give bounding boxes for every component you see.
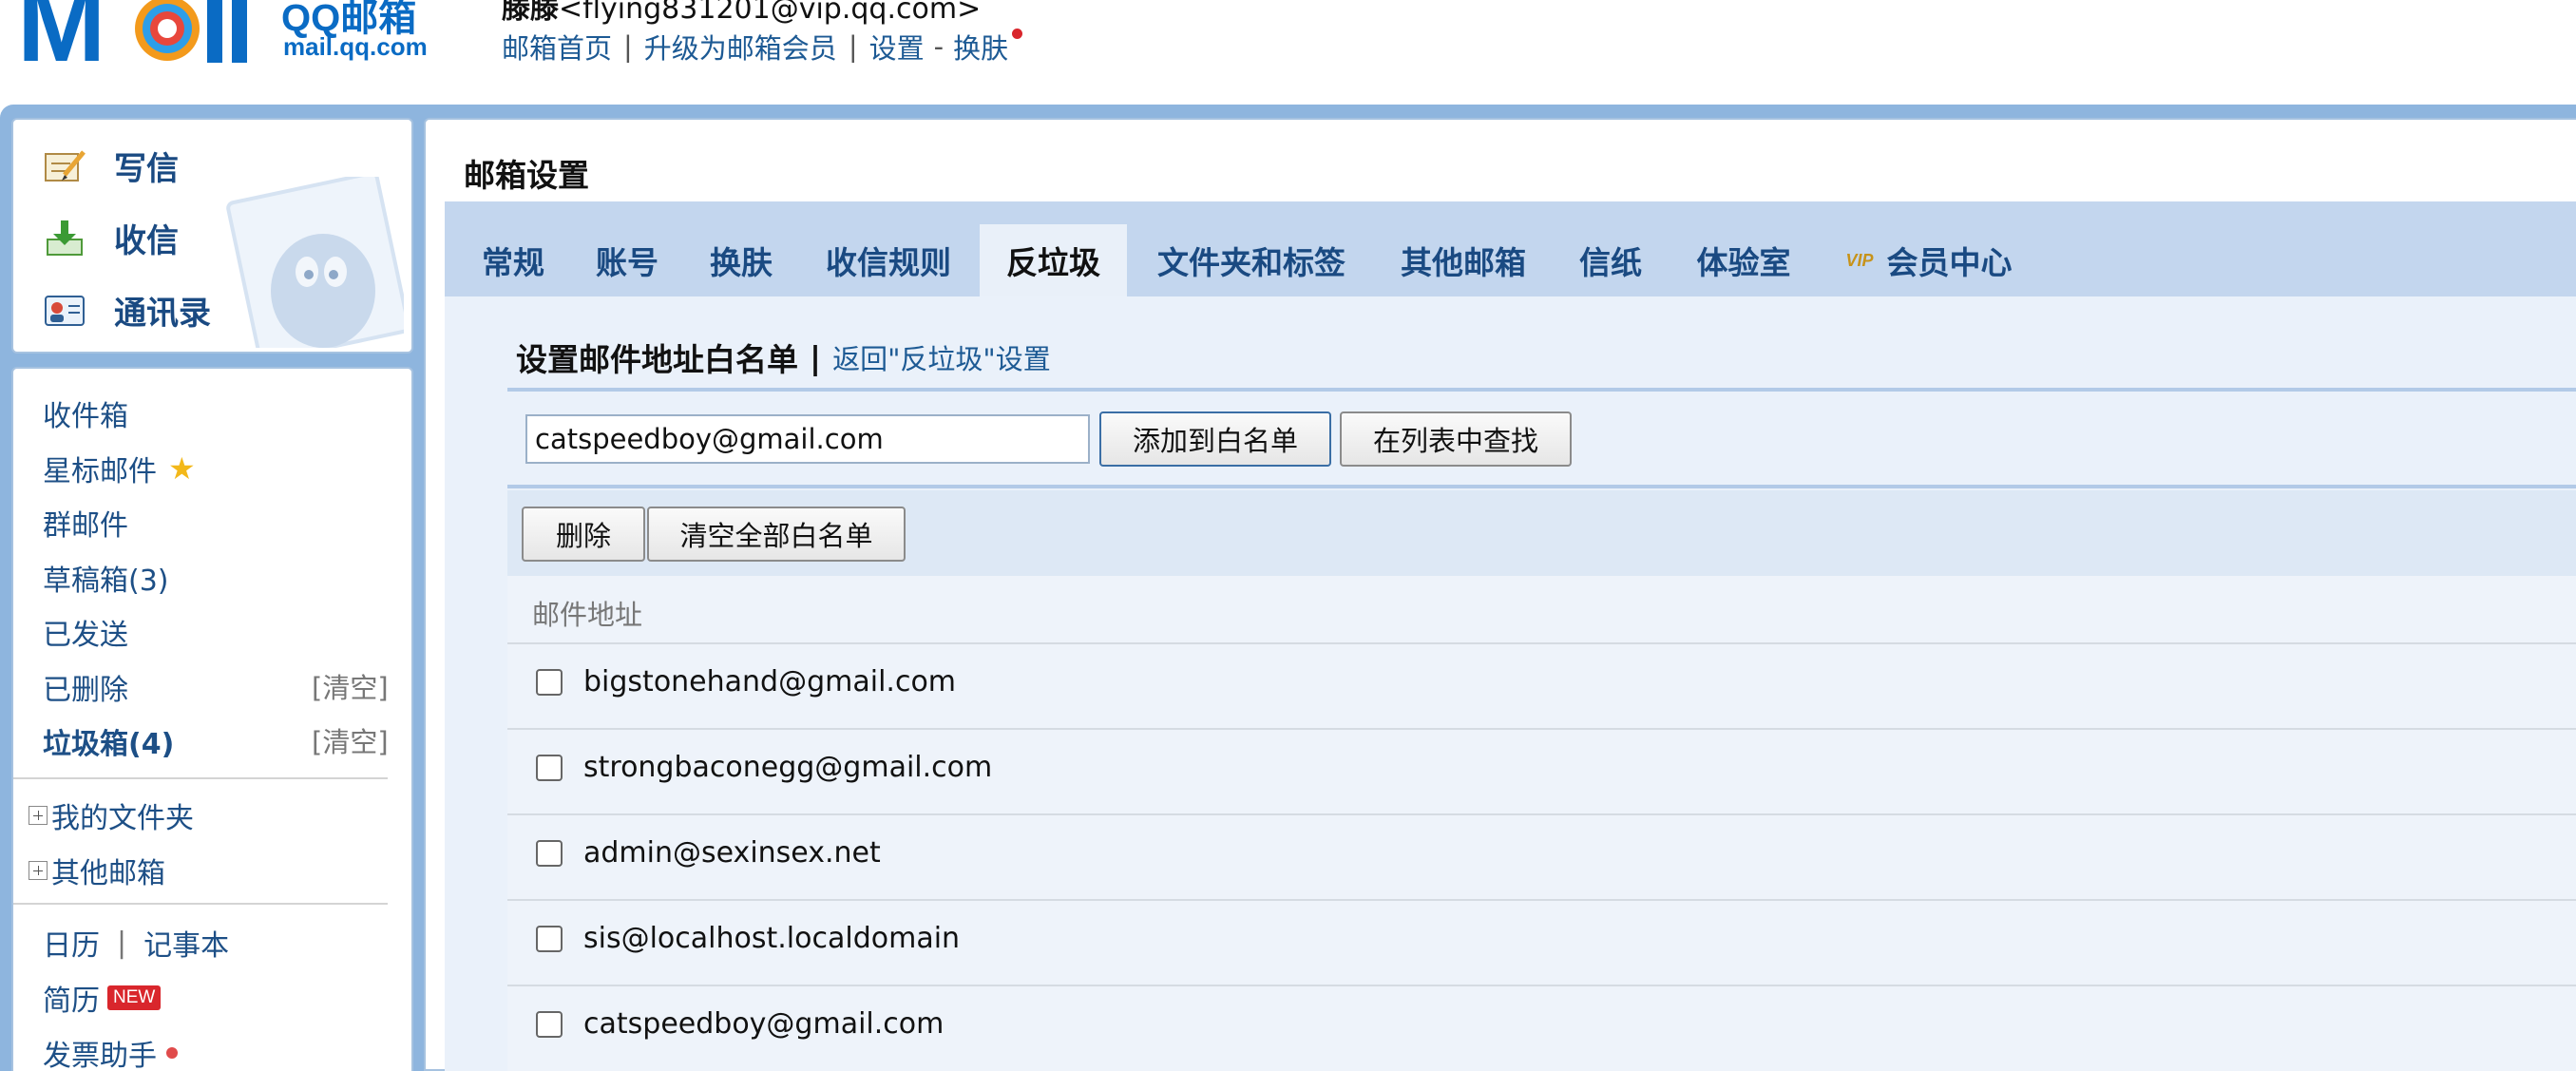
- whitelist-title: 设置邮件地址白名单: [516, 341, 798, 378]
- row-email: catspeedboy@gmail.com: [583, 1007, 945, 1041]
- tab-account[interactable]: 账号: [580, 224, 675, 296]
- tab-folders-labels[interactable]: 文件夹和标签: [1142, 224, 1361, 296]
- qq-mail-logo[interactable]: M: [17, 0, 269, 67]
- resume-link[interactable]: 简历 NEW: [43, 977, 162, 1019]
- tab-skin[interactable]: 换肤: [694, 224, 789, 296]
- notification-dot-icon: [1012, 28, 1023, 39]
- svg-text:M: M: [17, 0, 105, 67]
- tab-member-center-label: 会员中心: [1886, 244, 2013, 281]
- folder-spam[interactable]: 垃圾箱(4): [43, 720, 174, 762]
- top-nav: 邮箱首页 | 升级为邮箱会员 | 设置 - 换肤: [502, 27, 1023, 67]
- search-in-list-button[interactable]: 在列表中查找: [1340, 411, 1572, 467]
- tools-separator: |: [117, 926, 127, 960]
- back-to-antispam-link[interactable]: 返回"反垃圾"设置: [832, 337, 1051, 377]
- expand-plus-icon[interactable]: [29, 806, 48, 825]
- clear-all-whitelist-button[interactable]: 清空全部白名单: [647, 507, 906, 562]
- logo-domain: mail.qq.com: [283, 32, 428, 61]
- folder-drafts[interactable]: 草稿箱(3): [43, 557, 169, 599]
- star-icon: ★: [168, 450, 196, 487]
- notebook-link[interactable]: 记事本: [143, 922, 229, 964]
- folder-sent[interactable]: 已发送: [43, 611, 128, 653]
- contacts-button[interactable]: 通讯录: [42, 287, 211, 334]
- nav-mail-home[interactable]: 邮箱首页: [502, 27, 612, 67]
- invoice-assistant-link[interactable]: 发票助手: [43, 1032, 178, 1071]
- folder-other-mailboxes[interactable]: 其他邮箱: [29, 850, 165, 891]
- tab-stationery[interactable]: 信纸: [1563, 224, 1658, 296]
- row-email: admin@sexinsex.net: [583, 836, 881, 870]
- nav-skin[interactable]: 换肤: [953, 27, 1008, 67]
- receive-label: 收信: [114, 222, 179, 260]
- invoice-label: 发票助手: [43, 1040, 157, 1071]
- expand-plus-icon[interactable]: [29, 861, 48, 880]
- row-checkbox[interactable]: [536, 840, 563, 867]
- my-folders-label: 我的文件夹: [51, 802, 194, 835]
- tab-member-center[interactable]: VIP 会员中心: [1834, 224, 2024, 296]
- qq-penguin-stamp-icon: [226, 177, 404, 348]
- table-row: bigstonehand@gmail.com: [507, 642, 2576, 728]
- heading-separator: |: [810, 338, 822, 376]
- header: M QQ邮箱 mail.qq.com 滕滕<flying831201@vip.q…: [0, 0, 2576, 105]
- new-badge: NEW: [107, 985, 162, 1010]
- row-checkbox[interactable]: [536, 926, 563, 952]
- vip-icon: VIP: [1845, 250, 1874, 270]
- page-title: 邮箱设置: [464, 157, 589, 194]
- table-row: admin@sexinsex.net: [507, 813, 2576, 899]
- divider: [507, 485, 2576, 488]
- folder-inbox-label: 收件箱: [43, 400, 128, 433]
- nav-separator: |: [623, 30, 633, 63]
- tab-receive-rules[interactable]: 收信规则: [810, 224, 967, 296]
- row-email: sis@localhost.localdomain: [583, 922, 961, 955]
- add-to-whitelist-button[interactable]: 添加到白名单: [1099, 411, 1331, 467]
- divider: [13, 903, 388, 905]
- user-identity: 滕滕<flying831201@vip.qq.com>: [502, 0, 981, 27]
- nav-settings[interactable]: 设置: [869, 27, 925, 67]
- nav-upgrade-vip[interactable]: 升级为邮箱会员: [644, 27, 837, 67]
- folder-starred-label: 星标邮件: [43, 455, 157, 488]
- nav-separator: |: [848, 30, 858, 63]
- whitelist-heading: 设置邮件地址白名单 | 返回"反垃圾"设置: [516, 335, 1051, 380]
- row-email: bigstonehand@gmail.com: [583, 665, 957, 698]
- notification-dot-icon: [166, 1047, 178, 1059]
- tab-general[interactable]: 常规: [466, 224, 561, 296]
- calendar-link[interactable]: 日历: [43, 922, 100, 964]
- delete-button[interactable]: 删除: [522, 507, 645, 562]
- contacts-label: 通讯录: [114, 295, 211, 333]
- folder-deleted-label: 已删除: [43, 674, 128, 707]
- folder-spam-label: 垃圾箱(4): [43, 728, 175, 761]
- compose-button[interactable]: 写信: [42, 143, 179, 189]
- tab-lab[interactable]: 体验室: [1682, 224, 1805, 296]
- column-header-email: 邮件地址: [532, 599, 643, 631]
- user-email: <flying831201@vip.qq.com>: [559, 0, 982, 26]
- folder-drafts-label: 草稿箱(3): [43, 564, 169, 598]
- folder-group-mail[interactable]: 群邮件: [43, 502, 128, 544]
- resume-label: 简历: [43, 985, 100, 1018]
- folder-deleted[interactable]: 已删除: [43, 666, 128, 708]
- folder-group-label: 群邮件: [43, 509, 128, 543]
- compose-label: 写信: [114, 150, 179, 188]
- table-row: sis@localhost.localdomain: [507, 899, 2576, 985]
- row-email: strongbaconegg@gmail.com: [583, 751, 993, 784]
- row-checkbox[interactable]: [536, 1011, 563, 1038]
- row-checkbox[interactable]: [536, 669, 563, 696]
- tab-anti-spam[interactable]: 反垃圾: [980, 224, 1127, 296]
- receive-icon: [47, 220, 83, 256]
- receive-button[interactable]: 收信: [42, 215, 179, 261]
- divider: [507, 388, 2576, 392]
- table-row: strongbaconegg@gmail.com: [507, 728, 2576, 813]
- compose-icon: [45, 149, 86, 182]
- whitelist-address-input[interactable]: [525, 414, 1090, 464]
- table-row: catspeedboy@gmail.com: [507, 985, 2576, 1070]
- folder-my-folders[interactable]: 我的文件夹: [29, 794, 194, 836]
- row-checkbox[interactable]: [536, 755, 563, 781]
- folder-sent-label: 已发送: [43, 619, 128, 652]
- tab-other-mailboxes[interactable]: 其他邮箱: [1387, 224, 1539, 296]
- other-mailboxes-label: 其他邮箱: [51, 857, 165, 890]
- nav-dash: -: [933, 30, 945, 63]
- folder-starred[interactable]: 星标邮件 ★: [43, 448, 196, 489]
- contacts-icon: [45, 295, 85, 326]
- user-name: 滕滕: [502, 0, 559, 26]
- divider: [13, 777, 388, 779]
- folder-inbox[interactable]: 收件箱: [43, 392, 128, 434]
- tools-row: 日历 | 记事本: [43, 922, 229, 964]
